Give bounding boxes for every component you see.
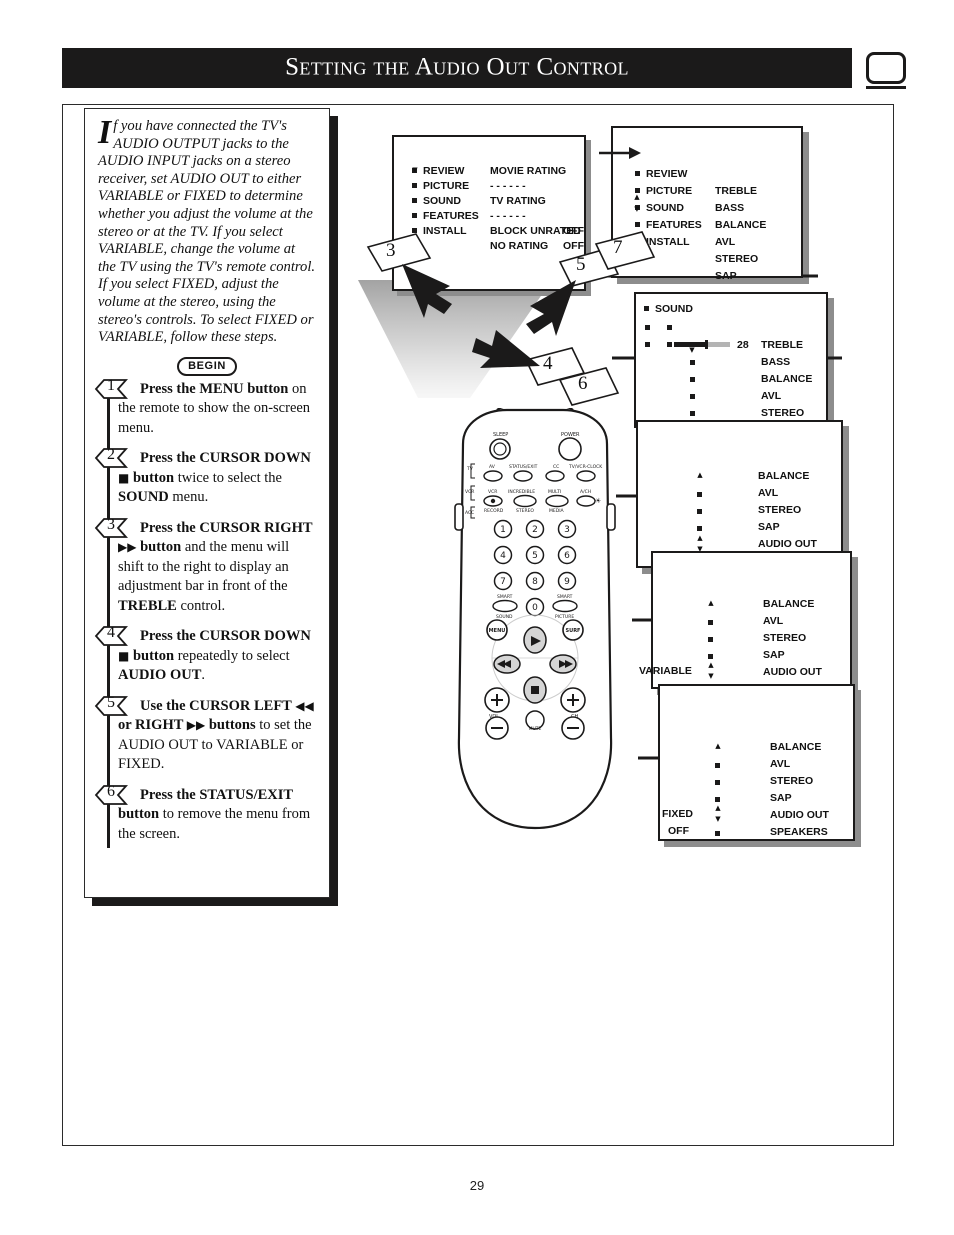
tv-screen-icon: [866, 52, 906, 84]
step-text: Use the CURSOR LEFT ◀◀ or RIGHT ▶▶ butto…: [118, 697, 314, 773]
step-2: 2 Press the CURSOR DOWN ■ button twice to…: [94, 446, 316, 508]
step-text: Press the MENU button on the remote to s…: [118, 380, 311, 436]
instruction-panel: If you have connected the TV's AUDIO OUT…: [84, 108, 330, 898]
begin-badge: BEGIN: [177, 356, 237, 376]
step-4: 4 Press the CURSOR DOWN ■ button repeated…: [94, 624, 316, 686]
intro-dropcap: I: [98, 114, 112, 151]
step-number: 6: [107, 782, 115, 800]
begin-badge-wrap: BEGIN: [98, 356, 316, 376]
page-title: Setting the Audio Out Control: [285, 53, 629, 81]
step-text: Press the CURSOR RIGHT ▶▶ button and the…: [118, 519, 313, 614]
step-number: 3: [107, 515, 115, 533]
step-5: 5 Use the CURSOR LEFT ◀◀ or RIGHT ▶▶ butt…: [94, 693, 316, 775]
step-number: 4: [107, 624, 115, 642]
tv-screen-icon-underline: [866, 86, 906, 89]
step-6: 6 Press the STATUS/EXIT button to remove …: [94, 782, 316, 845]
illustration-area: REVIEW ▼ PICTURE SOUND FEATURES INSTALL …: [340, 108, 894, 898]
intro-paragraph: If you have connected the TV's AUDIO OUT…: [98, 114, 316, 347]
step-3: 3 Press the CURSOR RIGHT ▶▶ button and th…: [94, 515, 316, 617]
callout-6: 6: [578, 373, 588, 394]
page-header-band: Setting the Audio Out Control: [62, 48, 852, 88]
step-number: 1: [107, 376, 115, 394]
page-number: 29: [469, 1178, 485, 1193]
step-text: Press the STATUS/EXIT button to remove t…: [118, 786, 311, 842]
steps-list: 1 Press the MENU button on the remote to …: [94, 376, 316, 848]
callout-7: 7: [613, 237, 623, 258]
step-text: Press the CURSOR DOWN ■ button twice to …: [118, 450, 311, 506]
callout-5: 5: [576, 254, 586, 275]
callout-4: 4: [543, 353, 553, 374]
step-text: Press the CURSOR DOWN ■ button repeatedl…: [118, 628, 311, 684]
step-number: 2: [107, 446, 115, 464]
callout-3: 3: [386, 240, 396, 261]
callout-pointers: [366, 231, 656, 406]
step-1: 1 Press the MENU button on the remote to …: [94, 376, 316, 439]
step-number: 5: [107, 693, 115, 711]
intro-text: f you have connected the TV's AUDIO OUTP…: [98, 118, 316, 346]
